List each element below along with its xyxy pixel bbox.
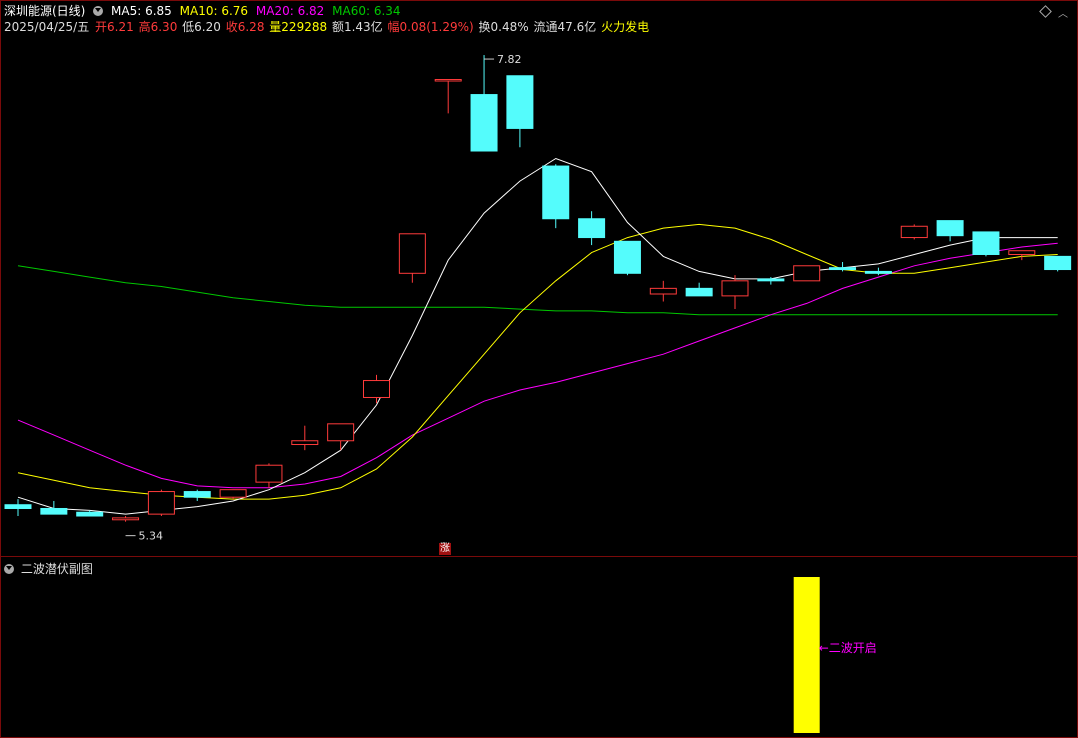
ma10-line (17, 223, 1058, 500)
candle (363, 374, 390, 404)
candle (757, 277, 785, 285)
candle-body (40, 507, 68, 515)
candle-body (291, 440, 319, 446)
candle (936, 220, 964, 242)
candlestick-chart: 7.82 5.34 (4, 53, 1072, 543)
candle-body (578, 218, 606, 239)
candle (470, 55, 498, 152)
candle (147, 489, 175, 517)
candle (1044, 255, 1072, 272)
ma20-line (17, 242, 1058, 489)
candle (4, 499, 32, 517)
candle (434, 79, 462, 114)
candle-body (1008, 250, 1036, 255)
high-label: 7.82 (497, 53, 522, 66)
candle-body (721, 280, 749, 297)
sub-panel-dropdown-icon[interactable] (4, 564, 14, 574)
candle (972, 231, 1000, 257)
sub-panel-title[interactable]: 二波潜伏副图 (21, 562, 93, 576)
candle-body (183, 491, 211, 498)
candle (542, 164, 570, 229)
zhang-badge: 涨 (439, 543, 451, 555)
candle-body (4, 504, 32, 509)
candle-body (685, 287, 713, 297)
candle (398, 233, 426, 283)
candle (613, 240, 641, 276)
panel-divider[interactable] (0, 556, 1078, 557)
candle-body (1044, 255, 1072, 271)
candle-body (793, 265, 821, 282)
candle (327, 423, 355, 451)
candle (900, 224, 928, 240)
candle-body (327, 423, 355, 442)
candle (685, 282, 713, 297)
candle-body (649, 287, 677, 295)
candle-body (219, 489, 247, 498)
candle-body (398, 233, 426, 274)
candle-body (829, 267, 857, 271)
candle-body (936, 220, 964, 237)
candle-body (613, 240, 641, 274)
candle (291, 425, 319, 451)
candle-body (506, 75, 534, 129)
candle (40, 500, 68, 515)
ma5-line (17, 157, 1058, 515)
candle (219, 489, 247, 500)
candle (183, 489, 211, 501)
low-label: 5.34 (139, 530, 164, 543)
candle-body (900, 225, 928, 239)
candle (649, 280, 677, 302)
candle-body (757, 278, 785, 282)
candle-body (147, 491, 175, 515)
candle-body (470, 94, 498, 152)
candle-body (363, 380, 390, 398)
candle-body (112, 517, 140, 521)
candle-body (76, 511, 104, 517)
candle (578, 211, 606, 246)
candle-body (864, 270, 892, 274)
candle (721, 275, 749, 310)
candle-body (972, 231, 1000, 255)
candle-body (255, 464, 283, 483)
candle (112, 516, 140, 522)
candle-body (542, 165, 570, 220)
sub-panel-title-row: 二波潜伏副图 (4, 560, 93, 577)
candle (793, 265, 821, 282)
candle (506, 75, 534, 148)
candle (255, 463, 283, 488)
candle-body (434, 79, 462, 82)
